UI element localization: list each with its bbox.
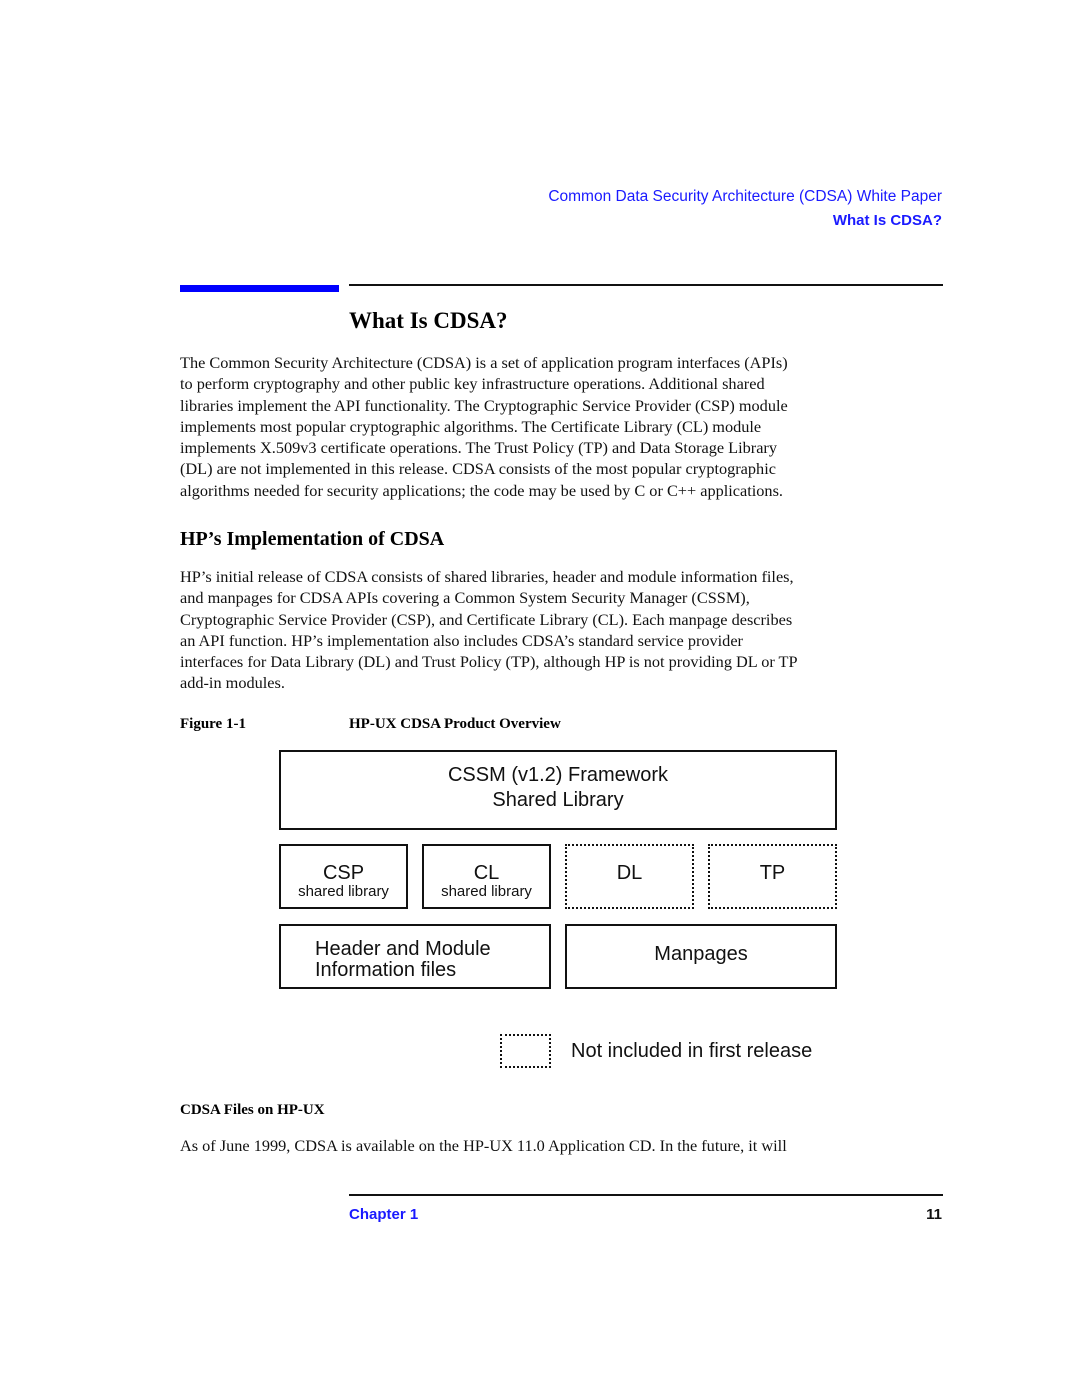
paragraph-line: Cryptographic Service Provider (CSP), an… — [180, 609, 793, 629]
footer-page-number: 11 — [926, 1206, 942, 1223]
files-paragraph: As of June 1999, CDSA is available on th… — [180, 1135, 950, 1156]
paragraph-line: add-in modules. — [180, 673, 285, 693]
dl-module-box: DL — [565, 844, 694, 909]
paragraph-line: algorithms needed for security applicati… — [180, 480, 783, 500]
paragraph-line: HP’s initial release of CDSA consists of… — [180, 567, 794, 586]
figure-label: Figure 1-1 — [180, 716, 246, 732]
accent-bar — [180, 285, 339, 292]
intro-paragraph: The Common Security Architecture (CDSA) … — [180, 352, 950, 501]
paragraph-line: and manpages for CDSA APIs covering a Co… — [180, 588, 750, 608]
footer-chapter-label: Chapter 1 — [349, 1206, 419, 1223]
module-name: DL — [616, 862, 643, 884]
legend-text: Not included in first release — [571, 1040, 813, 1062]
cssm-framework-box: CSSM (v1.2) Framework Shared Library — [279, 750, 837, 830]
header-module-files-box: Header and Module Information files — [279, 924, 551, 989]
manpages-box: Manpages — [565, 924, 837, 989]
paragraph-line: The Common Security Architecture (CDSA) … — [180, 353, 788, 372]
title-rule — [349, 284, 943, 286]
page-title: What Is CDSA? — [349, 308, 508, 333]
paragraph-line: implements most popular cryptographic al… — [180, 416, 762, 436]
running-header-section-title: What Is CDSA? — [832, 212, 942, 229]
module-name: CL — [473, 862, 500, 884]
paragraph-line: (DL) are not implemented in this release… — [180, 459, 776, 479]
paragraph-line: As of June 1999, CDSA is available on th… — [180, 1136, 787, 1155]
paragraph-line: implements X.509v3 certificate operation… — [180, 438, 777, 458]
manpages-label: Manpages — [654, 943, 748, 965]
paragraph-line: to perform cryptography and other public… — [180, 374, 765, 394]
tp-module-box: TP — [708, 844, 837, 909]
paragraph-line: an API function. HP’s implementation als… — [180, 630, 743, 650]
paragraph-line: interfaces for Data Library (DL) and Tru… — [180, 652, 798, 672]
cl-module-box: CL shared library — [422, 844, 551, 909]
module-subtitle: shared library — [441, 883, 532, 900]
footer-rule — [349, 1194, 943, 1196]
legend-dotted-swatch — [500, 1034, 551, 1068]
paragraph-line: libraries implement the API functionalit… — [180, 395, 788, 415]
header-files-label-line2: Information files — [315, 959, 457, 981]
header-files-label-line1: Header and Module — [315, 938, 491, 960]
module-name: TP — [759, 862, 786, 884]
implementation-paragraph: HP’s initial release of CDSA consists of… — [180, 566, 950, 694]
cssm-shared-library-label: Shared Library — [492, 789, 624, 811]
running-header-document-title: Common Data Security Architecture (CDSA)… — [548, 188, 942, 205]
figure-title: HP-UX CDSA Product Overview — [349, 716, 561, 732]
module-subtitle: shared library — [298, 883, 389, 900]
module-name: CSP — [322, 862, 365, 884]
cssm-framework-label: CSSM (v1.2) Framework — [447, 764, 669, 786]
section-heading-implementation: HP’s Implementation of CDSA — [180, 528, 445, 550]
csp-module-box: CSP shared library — [279, 844, 408, 909]
subsection-heading-files: CDSA Files on HP-UX — [180, 1102, 325, 1118]
